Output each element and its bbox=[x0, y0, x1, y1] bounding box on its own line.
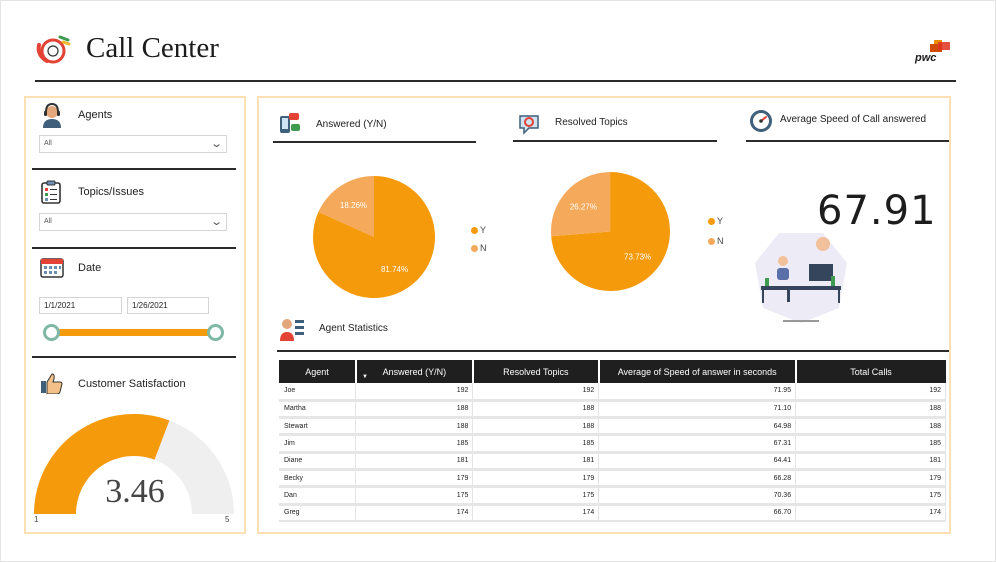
speed-cell: 64.41 bbox=[598, 452, 797, 472]
total-calls-cell: 188 bbox=[795, 417, 946, 437]
resolved-cell: 188 bbox=[472, 417, 600, 437]
table-row[interactable]: Dan 175 175 70.36 175 bbox=[279, 486, 946, 506]
answered-cell: 188 bbox=[355, 417, 474, 437]
resolved-cell: 181 bbox=[472, 452, 600, 472]
header-divider bbox=[35, 80, 956, 82]
satisfaction-value: 3.46 bbox=[105, 473, 165, 510]
agent-cell: Joe bbox=[279, 383, 357, 402]
answered-cell: 175 bbox=[355, 486, 474, 506]
slicer-divider bbox=[32, 247, 236, 249]
total-calls-cell: 181 bbox=[795, 452, 946, 472]
resolved-cell: 188 bbox=[472, 400, 600, 420]
answered-cell: 181 bbox=[355, 452, 474, 472]
satisfaction-title: Customer Satisfaction bbox=[78, 378, 186, 390]
column-header-label: Answered (Y/N) bbox=[382, 366, 447, 377]
date-slicer-title: Date bbox=[78, 262, 102, 274]
table-row[interactable]: Diane 181 181 64.41 181 bbox=[279, 452, 946, 472]
slicer-divider bbox=[32, 356, 236, 358]
total-calls-cell: 179 bbox=[795, 469, 946, 489]
column-header[interactable]: Resolved Topics bbox=[472, 360, 600, 383]
table-row[interactable]: Greg 174 174 66.70 174 bbox=[279, 504, 946, 522]
page-title: Call Center bbox=[86, 32, 219, 64]
agent-cell: Diane bbox=[279, 452, 357, 472]
end-date-input[interactable]: 1/26/2021 bbox=[127, 297, 209, 314]
resolved-cell: 185 bbox=[472, 434, 600, 454]
date-range-track[interactable] bbox=[46, 329, 216, 336]
topics-dropdown-value: All bbox=[44, 218, 52, 225]
agent-cell: Becky bbox=[279, 469, 357, 489]
speed-cell: 64.98 bbox=[598, 417, 797, 437]
sort-descending-icon[interactable]: ▼ bbox=[362, 374, 368, 380]
agents-slicer-title: Agents bbox=[78, 109, 113, 121]
brand-text: pwc bbox=[915, 52, 937, 64]
agent-cell: Jim bbox=[279, 434, 357, 454]
start-date-input[interactable]: 1/1/2021 bbox=[39, 297, 122, 314]
answered-cell: 192 bbox=[355, 383, 474, 402]
answered-cell: 179 bbox=[355, 469, 474, 489]
call-center-phone-icon bbox=[36, 35, 71, 64]
speed-cell: 66.70 bbox=[598, 504, 797, 522]
slicer-divider bbox=[32, 168, 236, 170]
filters-panel: Agents All ⌄ Topics/Issues All ⌄ Date 1/… bbox=[24, 96, 246, 534]
answered-cell: 188 bbox=[355, 400, 474, 420]
agent-stats-table-wrapper: Agent ▼ Answered (Y/N) Resolved Topics Av… bbox=[259, 98, 949, 522]
table-header-row: Agent ▼ Answered (Y/N) Resolved Topics Av… bbox=[279, 360, 946, 383]
column-header[interactable]: ▼ Answered (Y/N) bbox=[355, 360, 474, 383]
agents-dropdown-value: All bbox=[44, 140, 52, 147]
resolved-cell: 174 bbox=[472, 504, 600, 522]
speed-cell: 71.95 bbox=[598, 383, 797, 402]
total-calls-cell: 175 bbox=[795, 486, 946, 506]
agents-dropdown[interactable]: All ⌄ bbox=[39, 135, 227, 153]
table-row[interactable]: Joe 192 192 71.95 192 bbox=[279, 383, 946, 402]
table-row[interactable]: Jim 185 185 67.31 185 bbox=[279, 434, 946, 454]
thumbs-up-icon bbox=[41, 373, 63, 394]
speed-cell: 66.28 bbox=[598, 469, 797, 489]
agent-cell: Dan bbox=[279, 486, 357, 506]
agent-stats-table: Agent ▼ Answered (Y/N) Resolved Topics Av… bbox=[279, 360, 946, 522]
main-panel: Answered (Y/N) 81.74% 18.26% Y N Resolved… bbox=[257, 96, 951, 534]
column-header[interactable]: Agent bbox=[279, 360, 357, 383]
total-calls-cell: 185 bbox=[795, 434, 946, 454]
agent-cell: Martha bbox=[279, 400, 357, 420]
end-date-handle[interactable] bbox=[207, 324, 224, 341]
resolved-cell: 192 bbox=[472, 383, 600, 402]
total-calls-cell: 174 bbox=[795, 504, 946, 522]
answered-cell: 185 bbox=[355, 434, 474, 454]
calendar-icon bbox=[40, 258, 64, 278]
agent-cell: Stewart bbox=[279, 417, 357, 437]
table-row[interactable]: Becky 179 179 66.28 179 bbox=[279, 469, 946, 489]
clipboard-list-icon bbox=[41, 180, 61, 204]
answered-cell: 174 bbox=[355, 504, 474, 522]
agent-cell: Greg bbox=[279, 504, 357, 522]
total-calls-cell: 192 bbox=[795, 383, 946, 402]
gauge-min-label: 1 bbox=[34, 515, 39, 524]
speed-cell: 70.36 bbox=[598, 486, 797, 506]
table-row[interactable]: Martha 188 188 71.10 188 bbox=[279, 400, 946, 420]
gauge-max-label: 5 bbox=[225, 515, 230, 524]
chevron-down-icon: ⌄ bbox=[209, 216, 223, 228]
column-header[interactable]: Total Calls bbox=[795, 360, 946, 383]
total-calls-cell: 188 bbox=[795, 400, 946, 420]
start-date-handle[interactable] bbox=[43, 324, 60, 341]
topics-dropdown[interactable]: All ⌄ bbox=[39, 213, 227, 231]
speed-cell: 67.31 bbox=[598, 434, 797, 454]
resolved-cell: 175 bbox=[472, 486, 600, 506]
speed-cell: 71.10 bbox=[598, 400, 797, 420]
resolved-cell: 179 bbox=[472, 469, 600, 489]
agent-headset-icon bbox=[43, 102, 61, 128]
topics-slicer-title: Topics/Issues bbox=[78, 186, 145, 198]
table-row[interactable]: Stewart 188 188 64.98 188 bbox=[279, 417, 946, 437]
chevron-down-icon: ⌄ bbox=[209, 138, 223, 150]
column-header[interactable]: Average of Speed of answer in seconds bbox=[598, 360, 797, 383]
